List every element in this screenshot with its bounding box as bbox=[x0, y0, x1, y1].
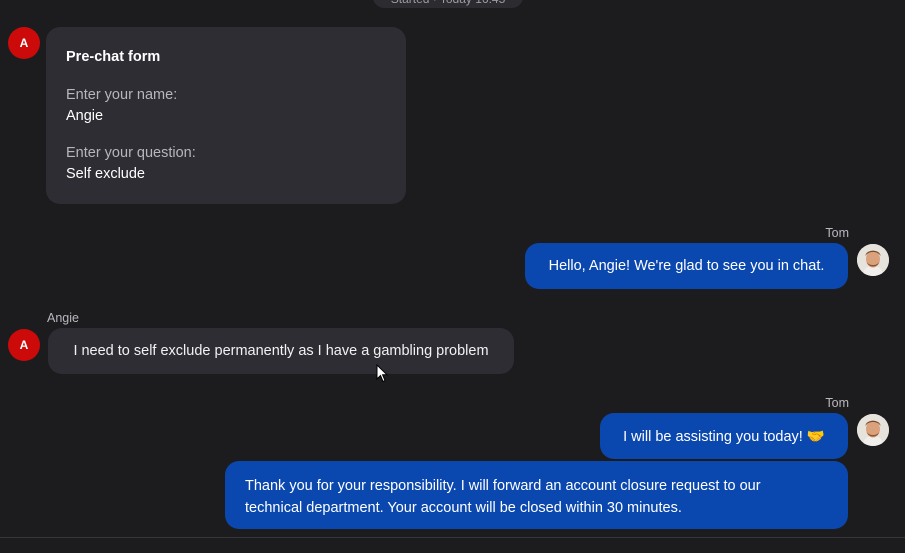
agent-avatar bbox=[857, 244, 889, 276]
prechat-form-title: Pre-chat form bbox=[66, 49, 161, 65]
sender-name: Tom bbox=[825, 226, 849, 240]
question-value: Self exclude bbox=[66, 166, 145, 182]
name-label: Enter your name: bbox=[66, 87, 178, 103]
message-bubble-agent: Thank you for your responsibility. I wil… bbox=[225, 461, 848, 529]
composer-divider bbox=[0, 537, 905, 538]
message-bubble-agent: I will be assisting you today! 🤝 bbox=[600, 413, 848, 459]
question-label: Enter your question: bbox=[66, 145, 196, 161]
customer-avatar: A bbox=[8, 329, 40, 361]
message-text-line: Thank you for your responsibility. I wil… bbox=[245, 478, 761, 494]
message-text-line: technical department. Your account will … bbox=[245, 500, 682, 516]
chat-started-label: Started · Today 16:45 bbox=[373, 0, 523, 8]
name-value: Angie bbox=[66, 108, 104, 124]
message-text: I will be assisting you today! 🤝 bbox=[623, 428, 825, 445]
customer-avatar: A bbox=[8, 27, 40, 59]
message-bubble-customer: I need to self exclude permanently as I … bbox=[48, 328, 514, 374]
agent-avatar-photo-icon bbox=[857, 244, 889, 276]
mouse-pointer-icon bbox=[376, 363, 389, 388]
agent-avatar bbox=[857, 414, 889, 446]
message-bubble-agent: Hello, Angie! We're glad to see you in c… bbox=[525, 243, 848, 289]
agent-avatar-photo-icon bbox=[857, 414, 889, 446]
message-text: Hello, Angie! We're glad to see you in c… bbox=[548, 258, 825, 274]
sender-name: Tom bbox=[825, 396, 849, 410]
prechat-form-card: Pre-chat form Enter your name: Angie Ent… bbox=[46, 27, 406, 204]
message-text: Thank you for your responsibility. I wil… bbox=[245, 475, 761, 519]
sender-name: Angie bbox=[47, 311, 79, 325]
message-text: I need to self exclude permanently as I … bbox=[73, 343, 489, 359]
